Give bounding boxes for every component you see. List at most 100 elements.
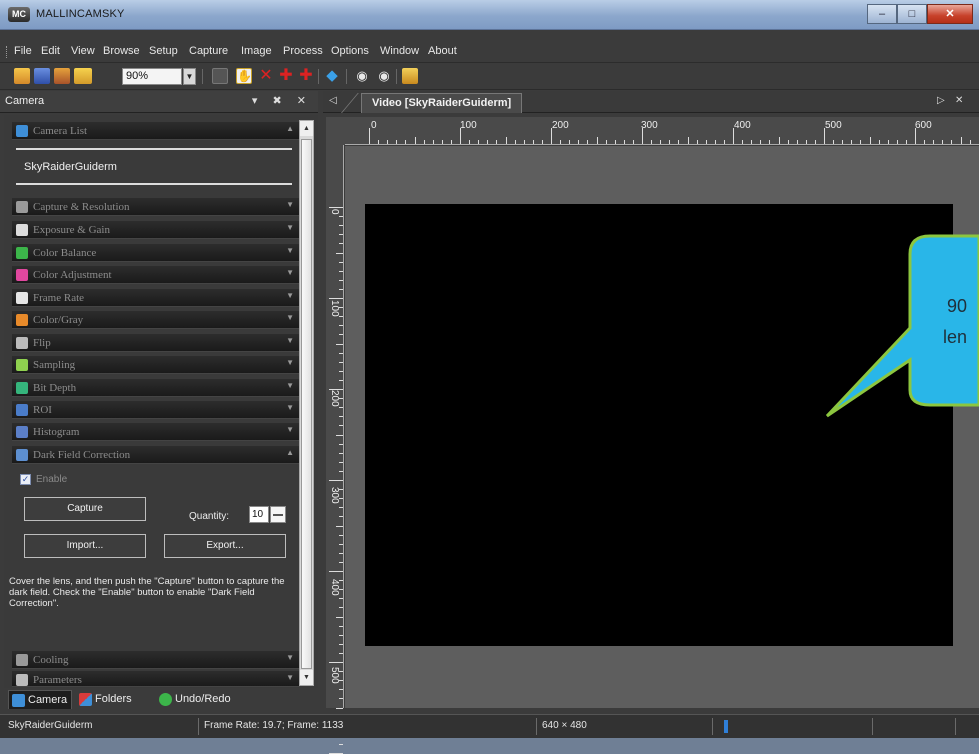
ruler-tick [678,140,679,144]
color-balance-icon [16,247,28,259]
save-icon[interactable] [34,68,50,84]
menu-grip[interactable] [6,46,8,58]
collapse-arrow-icon: ▲ [286,124,294,133]
crosshair-icon[interactable]: ✚ [278,68,294,84]
tab-scroll-left-icon[interactable]: ◁ [329,95,337,106]
stop-icon[interactable]: ◉ [376,68,392,84]
import-button[interactable]: Import... [24,534,146,558]
ruler-tick [339,353,343,354]
menu-image[interactable]: Image [241,45,272,57]
close-button[interactable]: ✕ [927,4,973,24]
hand-tool-icon[interactable]: ✋ [236,68,252,84]
menu-view[interactable]: View [71,45,95,57]
tab-camera[interactable]: Camera [8,690,72,709]
status-resolution: 640 × 480 [542,720,587,731]
ruler-tick [915,128,916,144]
category-frame-rate[interactable]: Frame Rate▼ [12,289,300,307]
menu-browse[interactable]: Browse [103,45,140,57]
record-icon[interactable]: ◉ [354,68,370,84]
ruler-tick [339,644,343,645]
ruler-tick [339,362,343,363]
edit-icon[interactable] [54,68,70,84]
ruler-tick [951,140,952,144]
export-button[interactable]: Export... [164,534,286,558]
menu-process[interactable]: Process [283,45,323,57]
close-document-icon[interactable]: ✕ [955,95,963,106]
category-bit-depth[interactable]: Bit Depth▼ [12,379,300,397]
delete-icon[interactable]: ✕ [258,68,274,84]
enable-checkbox[interactable]: ✓ [20,474,31,485]
category-color-balance[interactable]: Color Balance▼ [12,244,300,262]
tab-undo-redo[interactable]: Undo/Redo [156,690,252,709]
ruler-tick [329,207,343,208]
select-tool-icon[interactable] [212,68,228,84]
maximize-button[interactable]: □ [897,4,927,24]
category-camera-list[interactable]: Camera List ▲ [12,122,300,140]
ruler-tick [329,480,343,481]
quantity-input[interactable]: 10 [249,506,269,523]
zoom-input[interactable]: 90% [122,68,182,85]
ruler-tick [660,140,661,144]
ruler-label: 100 [460,120,477,131]
category-roi[interactable]: ROI▼ [12,401,300,419]
capture-button[interactable]: Capture [24,497,146,521]
ruler-tick [587,140,588,144]
category-flip[interactable]: Flip▼ [12,334,300,352]
category-label: Capture & Resolution [33,201,130,213]
scroll-thumb[interactable] [301,139,312,669]
expand-arrow-icon: ▲ [286,448,294,457]
quantity-stepper[interactable] [270,506,286,523]
ruler-tick [560,140,561,144]
category-color-gray[interactable]: Color/Gray▼ [12,311,300,329]
ruler-tick [496,140,497,144]
panel-scrollbar[interactable]: ▲ ▼ [299,120,314,686]
category-histogram[interactable]: Histogram▼ [12,423,300,441]
menu-setup[interactable]: Setup [149,45,178,57]
toolbar-separator-2 [318,69,319,84]
category-parameters[interactable]: Parameters ▼ [12,671,300,687]
zoom-dropdown-button[interactable]: ▼ [183,68,196,85]
minimize-button[interactable]: – [867,4,897,24]
ruler-tick [842,140,843,144]
expand-arrow-icon: ▼ [286,403,294,412]
camera-list-item[interactable]: SkyRaiderGuiderm [24,161,117,173]
tab-folders[interactable]: Folders [76,690,156,709]
ruler-tick [339,698,343,699]
snapshot-icon[interactable] [402,68,418,84]
category-dark-field-correction[interactable]: Dark Field Correction▲ [12,446,300,464]
tab-scroll-right-icon[interactable]: ▷ [937,95,945,106]
ruler-tick [369,128,370,144]
category-color-adjustment[interactable]: Color Adjustment▼ [12,266,300,284]
menu-bar: File Edit View Browse Setup Capture Imag… [0,41,979,63]
divider [16,183,292,185]
category-label: Color/Gray [33,314,83,326]
ruler-tick [329,662,343,663]
menu-about[interactable]: About [428,45,457,57]
menu-edit[interactable]: Edit [41,45,60,57]
ruler-tick [339,471,343,472]
panel-controls[interactable]: ▾ ✖ ✕ [252,94,312,107]
menu-capture[interactable]: Capture [189,45,228,57]
tab-video[interactable]: Video [SkyRaiderGuiderm] [361,93,522,113]
ruler-tick [742,140,743,144]
ruler-tick [336,708,343,709]
menu-window[interactable]: Window [380,45,419,57]
ruler-tick [339,262,343,263]
folder-icon[interactable] [74,68,92,84]
ruler-tick [533,140,534,144]
scroll-up-icon[interactable]: ▲ [300,121,313,136]
target-icon[interactable]: ◆ [324,68,340,84]
category-sampling[interactable]: Sampling▼ [12,356,300,374]
category-cooling[interactable]: Cooling ▼ [12,651,300,669]
menu-options[interactable]: Options [331,45,369,57]
ruler-tick [336,253,343,254]
ruler-tick [329,298,343,299]
category-label: Cooling [33,654,68,666]
ruler-tick [339,271,343,272]
scroll-down-icon[interactable]: ▼ [300,670,313,685]
crosshair-alt-icon[interactable]: ✚ [298,68,314,84]
category-capture-resolution[interactable]: Capture & Resolution▼ [12,198,300,216]
menu-file[interactable]: File [14,45,32,57]
open-folder-icon[interactable] [14,68,30,84]
category-exposure-gain[interactable]: Exposure & Gain▼ [12,221,300,239]
